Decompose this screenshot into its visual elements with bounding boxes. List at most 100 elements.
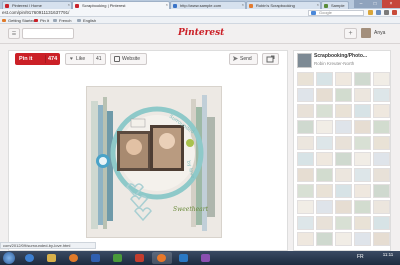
bookmark-pin-it[interactable]: Pin It xyxy=(34,18,49,23)
close-tab-icon[interactable]: × xyxy=(317,2,319,7)
board-pin-thumbnail[interactable] xyxy=(354,72,371,86)
board-pin-thumbnail[interactable] xyxy=(316,104,333,118)
board-pin-thumbnail[interactable] xyxy=(316,88,333,102)
board-pin-thumbnail[interactable] xyxy=(316,184,333,198)
board-pin-thumbnail[interactable] xyxy=(335,136,352,150)
bookmark-getting-started[interactable]: Getting Started xyxy=(2,18,35,23)
board-pin-thumbnail[interactable] xyxy=(373,200,390,214)
board-pin-thumbnail[interactable] xyxy=(335,152,352,166)
search-input[interactable]: Google xyxy=(308,10,364,16)
taskbar-explorer-button[interactable] xyxy=(42,252,62,264)
clock[interactable]: 11:11 xyxy=(378,252,398,258)
board-pin-thumbnail[interactable] xyxy=(297,216,314,230)
user-name[interactable]: Anya xyxy=(374,30,385,36)
maximize-button[interactable]: □ xyxy=(368,0,382,8)
board-pin-thumbnail[interactable] xyxy=(335,184,352,198)
board-pin-thumbnail[interactable] xyxy=(297,136,314,150)
board-pin-thumbnail[interactable] xyxy=(354,168,371,182)
bookmark-icon[interactable] xyxy=(376,10,381,15)
browser-tab[interactable]: Pinterest / Home × xyxy=(2,1,72,9)
board-owner[interactable]: Robin Kreuter-North xyxy=(314,61,354,66)
board-pin-thumbnail[interactable] xyxy=(354,216,371,230)
board-pin-thumbnail[interactable] xyxy=(297,232,314,246)
taskbar-app-button[interactable] xyxy=(174,252,194,264)
bookmark-english[interactable]: English xyxy=(77,18,96,23)
board-pin-thumbnail[interactable] xyxy=(373,104,390,118)
board-pin-thumbnail[interactable] xyxy=(335,88,352,102)
add-pin-button[interactable]: + xyxy=(344,28,357,39)
board-pin-thumbnail[interactable] xyxy=(335,232,352,246)
avatar[interactable] xyxy=(361,28,371,38)
home-icon[interactable] xyxy=(368,10,373,15)
board-pin-thumbnail[interactable] xyxy=(297,152,314,166)
board-pin-thumbnail[interactable] xyxy=(335,72,352,86)
board-pin-thumbnail[interactable] xyxy=(354,136,371,150)
taskbar-app-button[interactable] xyxy=(196,252,216,264)
board-title[interactable]: Scrapbooking/Photo... xyxy=(314,53,390,59)
menu-button[interactable]: ☰ xyxy=(8,28,20,39)
pin-image[interactable]: Sweetheart Surrounded by love xyxy=(86,86,222,238)
taskbar-app-button[interactable] xyxy=(86,252,106,264)
board-pin-thumbnail[interactable] xyxy=(354,104,371,118)
board-pin-thumbnail[interactable] xyxy=(316,216,333,230)
board-pin-thumbnail[interactable] xyxy=(335,216,352,230)
start-button[interactable] xyxy=(3,252,15,264)
minimize-button[interactable]: – xyxy=(354,0,368,8)
board-pin-thumbnail[interactable] xyxy=(335,200,352,214)
board-pin-thumbnail[interactable] xyxy=(354,232,371,246)
taskbar-ie-button[interactable] xyxy=(20,252,40,264)
board-pin-thumbnail[interactable] xyxy=(335,104,352,118)
board-pin-thumbnail[interactable] xyxy=(297,88,314,102)
close-tab-icon[interactable]: × xyxy=(68,2,70,7)
board-pin-thumbnail[interactable] xyxy=(335,120,352,134)
taskbar-media-button[interactable] xyxy=(64,252,84,264)
board-pin-thumbnail[interactable] xyxy=(316,200,333,214)
board-pin-thumbnail[interactable] xyxy=(373,120,390,134)
board-pin-thumbnail[interactable] xyxy=(373,136,390,150)
pin-it-button[interactable]: Pin it 474 xyxy=(15,53,60,65)
board-pin-thumbnail[interactable] xyxy=(297,72,314,86)
board-pin-thumbnail[interactable] xyxy=(297,168,314,182)
tools-icon[interactable] xyxy=(384,10,389,15)
send-button[interactable]: Send xyxy=(229,53,258,65)
board-pin-thumbnail[interactable] xyxy=(297,184,314,198)
taskbar-firefox-button[interactable] xyxy=(152,252,172,264)
board-pin-thumbnail[interactable] xyxy=(316,72,333,86)
addon-icon[interactable] xyxy=(392,10,397,15)
board-pin-thumbnail[interactable] xyxy=(316,120,333,134)
pinterest-logo[interactable]: Pinterest xyxy=(178,28,224,38)
board-pin-thumbnail[interactable] xyxy=(316,232,333,246)
browser-tab[interactable]: http://www.sample.com × xyxy=(170,1,246,9)
board-pin-thumbnail[interactable] xyxy=(316,168,333,182)
board-pin-thumbnail[interactable] xyxy=(373,88,390,102)
search-field[interactable] xyxy=(22,28,74,39)
close-window-button[interactable]: × xyxy=(382,0,400,8)
website-button[interactable]: Website xyxy=(110,53,147,65)
board-pin-thumbnail[interactable] xyxy=(354,152,371,166)
board-pin-thumbnail[interactable] xyxy=(373,232,390,246)
board-pin-thumbnail[interactable] xyxy=(354,120,371,134)
board-pin-thumbnail[interactable] xyxy=(297,120,314,134)
board-pin-thumbnail[interactable] xyxy=(354,88,371,102)
close-tab-icon[interactable]: × xyxy=(166,2,168,7)
bookmark-french[interactable]: French xyxy=(53,18,71,23)
board-pin-thumbnail[interactable] xyxy=(373,216,390,230)
close-tab-icon[interactable]: × xyxy=(242,2,244,7)
board-pin-thumbnail[interactable] xyxy=(297,104,314,118)
board-pin-thumbnail[interactable] xyxy=(373,168,390,182)
like-button[interactable]: ♥ Like 41 xyxy=(65,53,106,65)
board-pin-thumbnail[interactable] xyxy=(354,200,371,214)
taskbar-app-button[interactable] xyxy=(108,252,128,264)
board-pin-thumbnail[interactable] xyxy=(316,136,333,150)
language-indicator[interactable]: FR xyxy=(357,254,364,260)
board-pin-thumbnail[interactable] xyxy=(354,184,371,198)
board-pin-thumbnail[interactable] xyxy=(335,168,352,182)
taskbar-app-button[interactable] xyxy=(130,252,150,264)
url-field[interactable]: est.com/pin/91760911131637791/ xyxy=(0,10,305,16)
browser-tab[interactable]: Sample xyxy=(321,1,349,9)
board-pin-thumbnail[interactable] xyxy=(373,72,390,86)
browser-tab[interactable]: Robin's Scrapbooking × xyxy=(246,1,321,9)
board-pin-thumbnail[interactable] xyxy=(373,184,390,198)
share-button[interactable] xyxy=(262,53,279,65)
board-cover-thumbnail[interactable] xyxy=(297,53,312,68)
